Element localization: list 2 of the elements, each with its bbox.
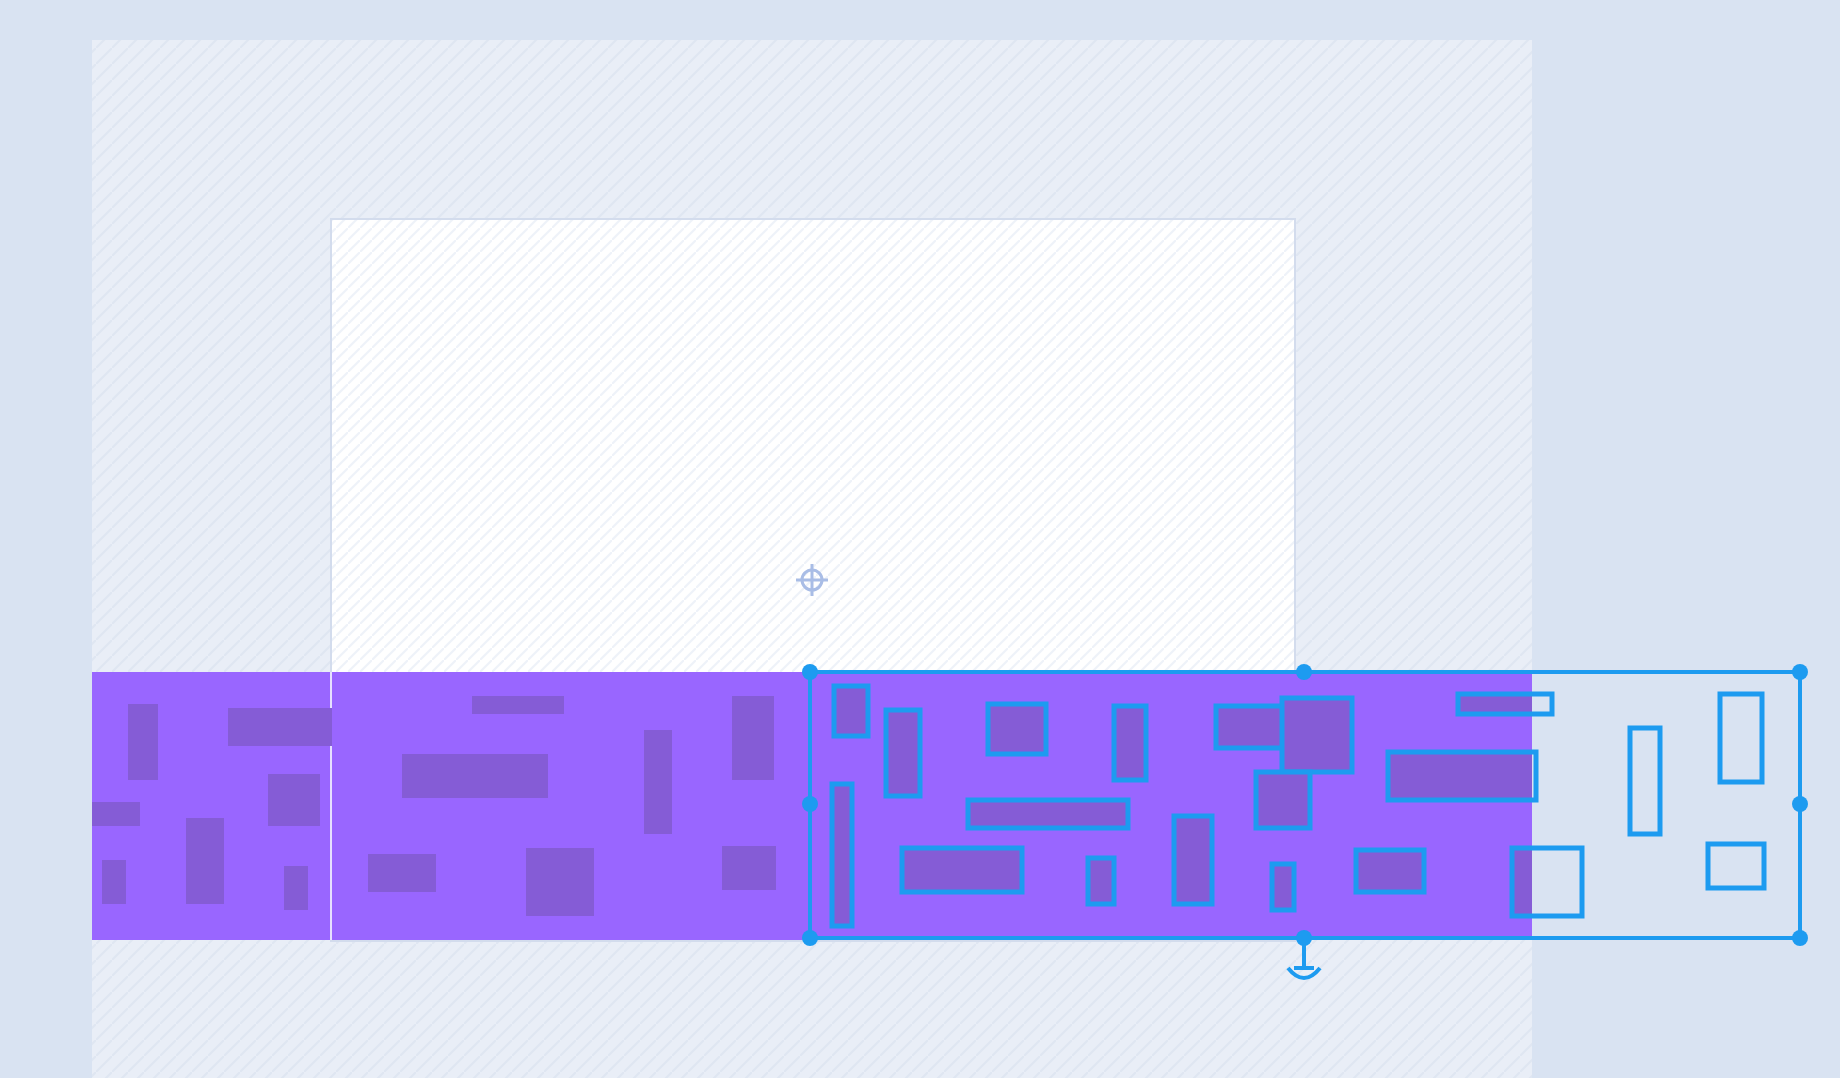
crosshair-icon <box>794 562 830 598</box>
selection-box[interactable] <box>802 664 1808 946</box>
